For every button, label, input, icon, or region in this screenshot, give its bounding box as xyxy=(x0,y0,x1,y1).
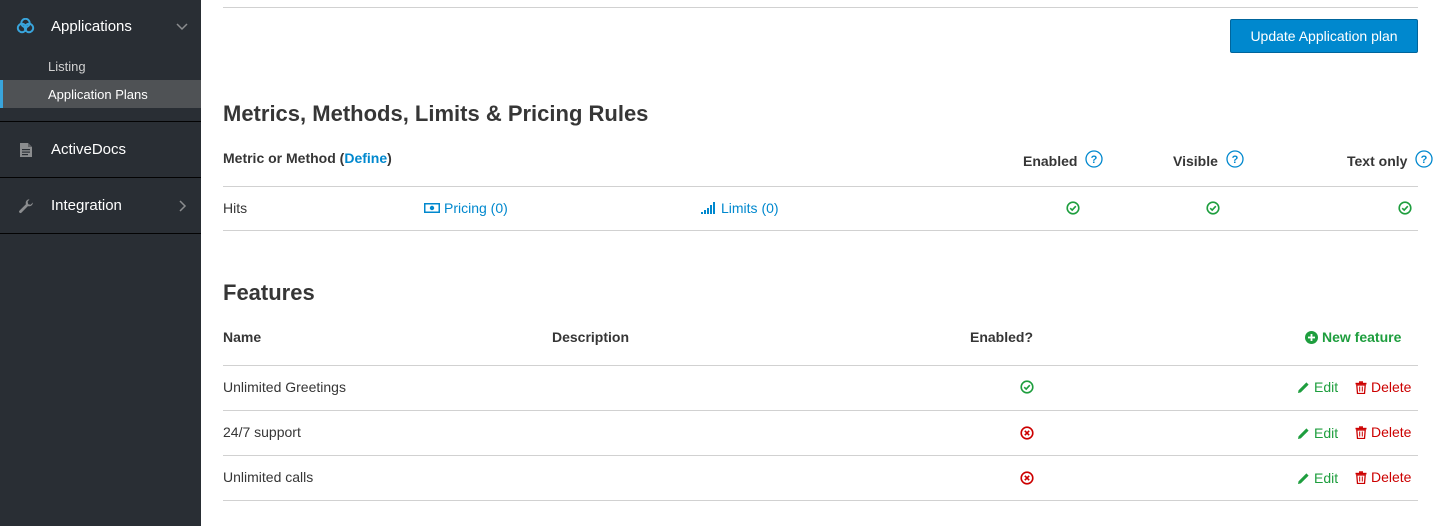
edit-button[interactable]: Edit xyxy=(1297,425,1338,441)
limits-link[interactable]: Limits (0) xyxy=(701,200,779,216)
trash-icon xyxy=(1355,470,1367,484)
sidebar-item-activedocs[interactable]: ActiveDocs xyxy=(0,122,201,177)
nav-section-activedocs: ActiveDocs xyxy=(0,122,201,178)
metric-or-method-header: Metric or Method (Define) xyxy=(223,150,392,166)
edit-label: Edit xyxy=(1314,379,1339,395)
features-section-title: Features xyxy=(223,280,315,305)
trash-icon xyxy=(1355,425,1367,439)
x-circle-icon xyxy=(1020,471,1034,485)
main-content: Update Application plan Metrics, Methods… xyxy=(201,0,1439,526)
update-application-plan-button[interactable]: Update Application plan xyxy=(1230,19,1418,53)
enabled-header: Enabled? xyxy=(970,329,1034,345)
name-header: Name xyxy=(223,329,262,345)
trash-icon xyxy=(1355,380,1367,394)
sidebar-subitem-label: Application Plans xyxy=(48,86,148,102)
table-divider xyxy=(223,365,1418,366)
sidebar-item-integration[interactable]: Integration xyxy=(0,178,201,233)
new-feature-button[interactable]: New feature xyxy=(1305,329,1401,345)
edit-label: Edit xyxy=(1314,470,1339,486)
wrench-icon xyxy=(16,196,36,216)
check-circle-icon xyxy=(1206,201,1220,215)
sidebar-subitem-application-plans[interactable]: Application Plans xyxy=(0,80,201,108)
svg-text:?: ? xyxy=(1231,154,1238,166)
check-circle-icon xyxy=(1066,201,1080,215)
delete-label: Delete xyxy=(1371,379,1412,395)
table-divider xyxy=(223,455,1418,456)
define-link[interactable]: Define xyxy=(344,150,387,166)
description-header: Description xyxy=(552,329,630,345)
header-text: Visible xyxy=(1173,153,1218,169)
help-icon[interactable]: ? xyxy=(1085,150,1104,168)
edit-label: Edit xyxy=(1314,425,1339,441)
chevron-right-icon xyxy=(179,199,187,212)
edit-button[interactable]: Edit xyxy=(1297,470,1338,486)
help-icon[interactable]: ? xyxy=(1226,150,1244,168)
svg-text:?: ? xyxy=(1091,154,1098,166)
nav-section-integration: Integration xyxy=(0,178,201,234)
pricing-link[interactable]: Pricing (0) xyxy=(424,200,508,216)
feature-name: Unlimited calls xyxy=(223,469,314,485)
delete-label: Delete xyxy=(1371,424,1412,440)
check-circle-icon xyxy=(1020,380,1034,394)
feature-name: 24/7 support xyxy=(223,424,301,440)
enabled-header: Enabled ? xyxy=(1023,150,1104,169)
edit-button[interactable]: Edit xyxy=(1297,379,1338,395)
help-icon[interactable]: ? xyxy=(1415,150,1433,168)
delete-button[interactable]: Delete xyxy=(1355,469,1411,485)
money-icon xyxy=(424,203,440,213)
applications-icon xyxy=(16,16,36,36)
sidebar: Applications Listing Application Plans A… xyxy=(0,0,201,526)
sidebar-item-label: ActiveDocs xyxy=(51,141,127,158)
svg-text:?: ? xyxy=(1421,154,1428,166)
plus-circle-icon xyxy=(1305,330,1318,344)
table-divider xyxy=(223,410,1418,411)
text-only-header: Text only ? xyxy=(1347,150,1433,169)
table-divider xyxy=(223,186,1418,187)
delete-button[interactable]: Delete xyxy=(1355,379,1411,395)
sidebar-item-label: Applications xyxy=(51,17,132,35)
sidebar-item-applications[interactable]: Applications xyxy=(0,0,201,52)
metrics-section-title: Metrics, Methods, Limits & Pricing Rules xyxy=(223,101,649,126)
sidebar-subitem-listing[interactable]: Listing xyxy=(0,52,201,80)
feature-name: Unlimited Greetings xyxy=(223,379,346,395)
new-feature-label: New feature xyxy=(1322,329,1402,345)
table-divider xyxy=(223,500,1418,501)
sidebar-item-label: Integration xyxy=(51,197,122,214)
table-divider xyxy=(223,230,1418,231)
limits-label: Limits (0) xyxy=(721,200,779,216)
check-circle-icon xyxy=(1398,201,1412,215)
sidebar-subitem-label: Listing xyxy=(48,58,86,74)
delete-label: Delete xyxy=(1371,469,1412,485)
header-text: Enabled xyxy=(1023,153,1078,169)
document-icon xyxy=(16,140,36,160)
metric-name: Hits xyxy=(223,200,248,216)
pricing-label: Pricing (0) xyxy=(444,200,508,216)
header-text: Text only xyxy=(1347,153,1408,169)
x-circle-icon xyxy=(1020,426,1034,440)
divider xyxy=(223,7,1418,8)
signal-bars-icon xyxy=(701,202,715,214)
nav-section-applications: Applications Listing Application Plans xyxy=(0,0,201,122)
pencil-icon xyxy=(1298,381,1309,393)
pencil-icon xyxy=(1298,427,1309,439)
pencil-icon xyxy=(1298,472,1309,484)
applications-submenu: Listing Application Plans xyxy=(0,52,201,108)
chevron-down-icon xyxy=(176,23,188,31)
header-text: ) xyxy=(387,150,392,166)
visible-header: Visible ? xyxy=(1173,150,1244,169)
header-text: Metric or Method ( xyxy=(223,150,345,166)
delete-button[interactable]: Delete xyxy=(1355,424,1411,440)
